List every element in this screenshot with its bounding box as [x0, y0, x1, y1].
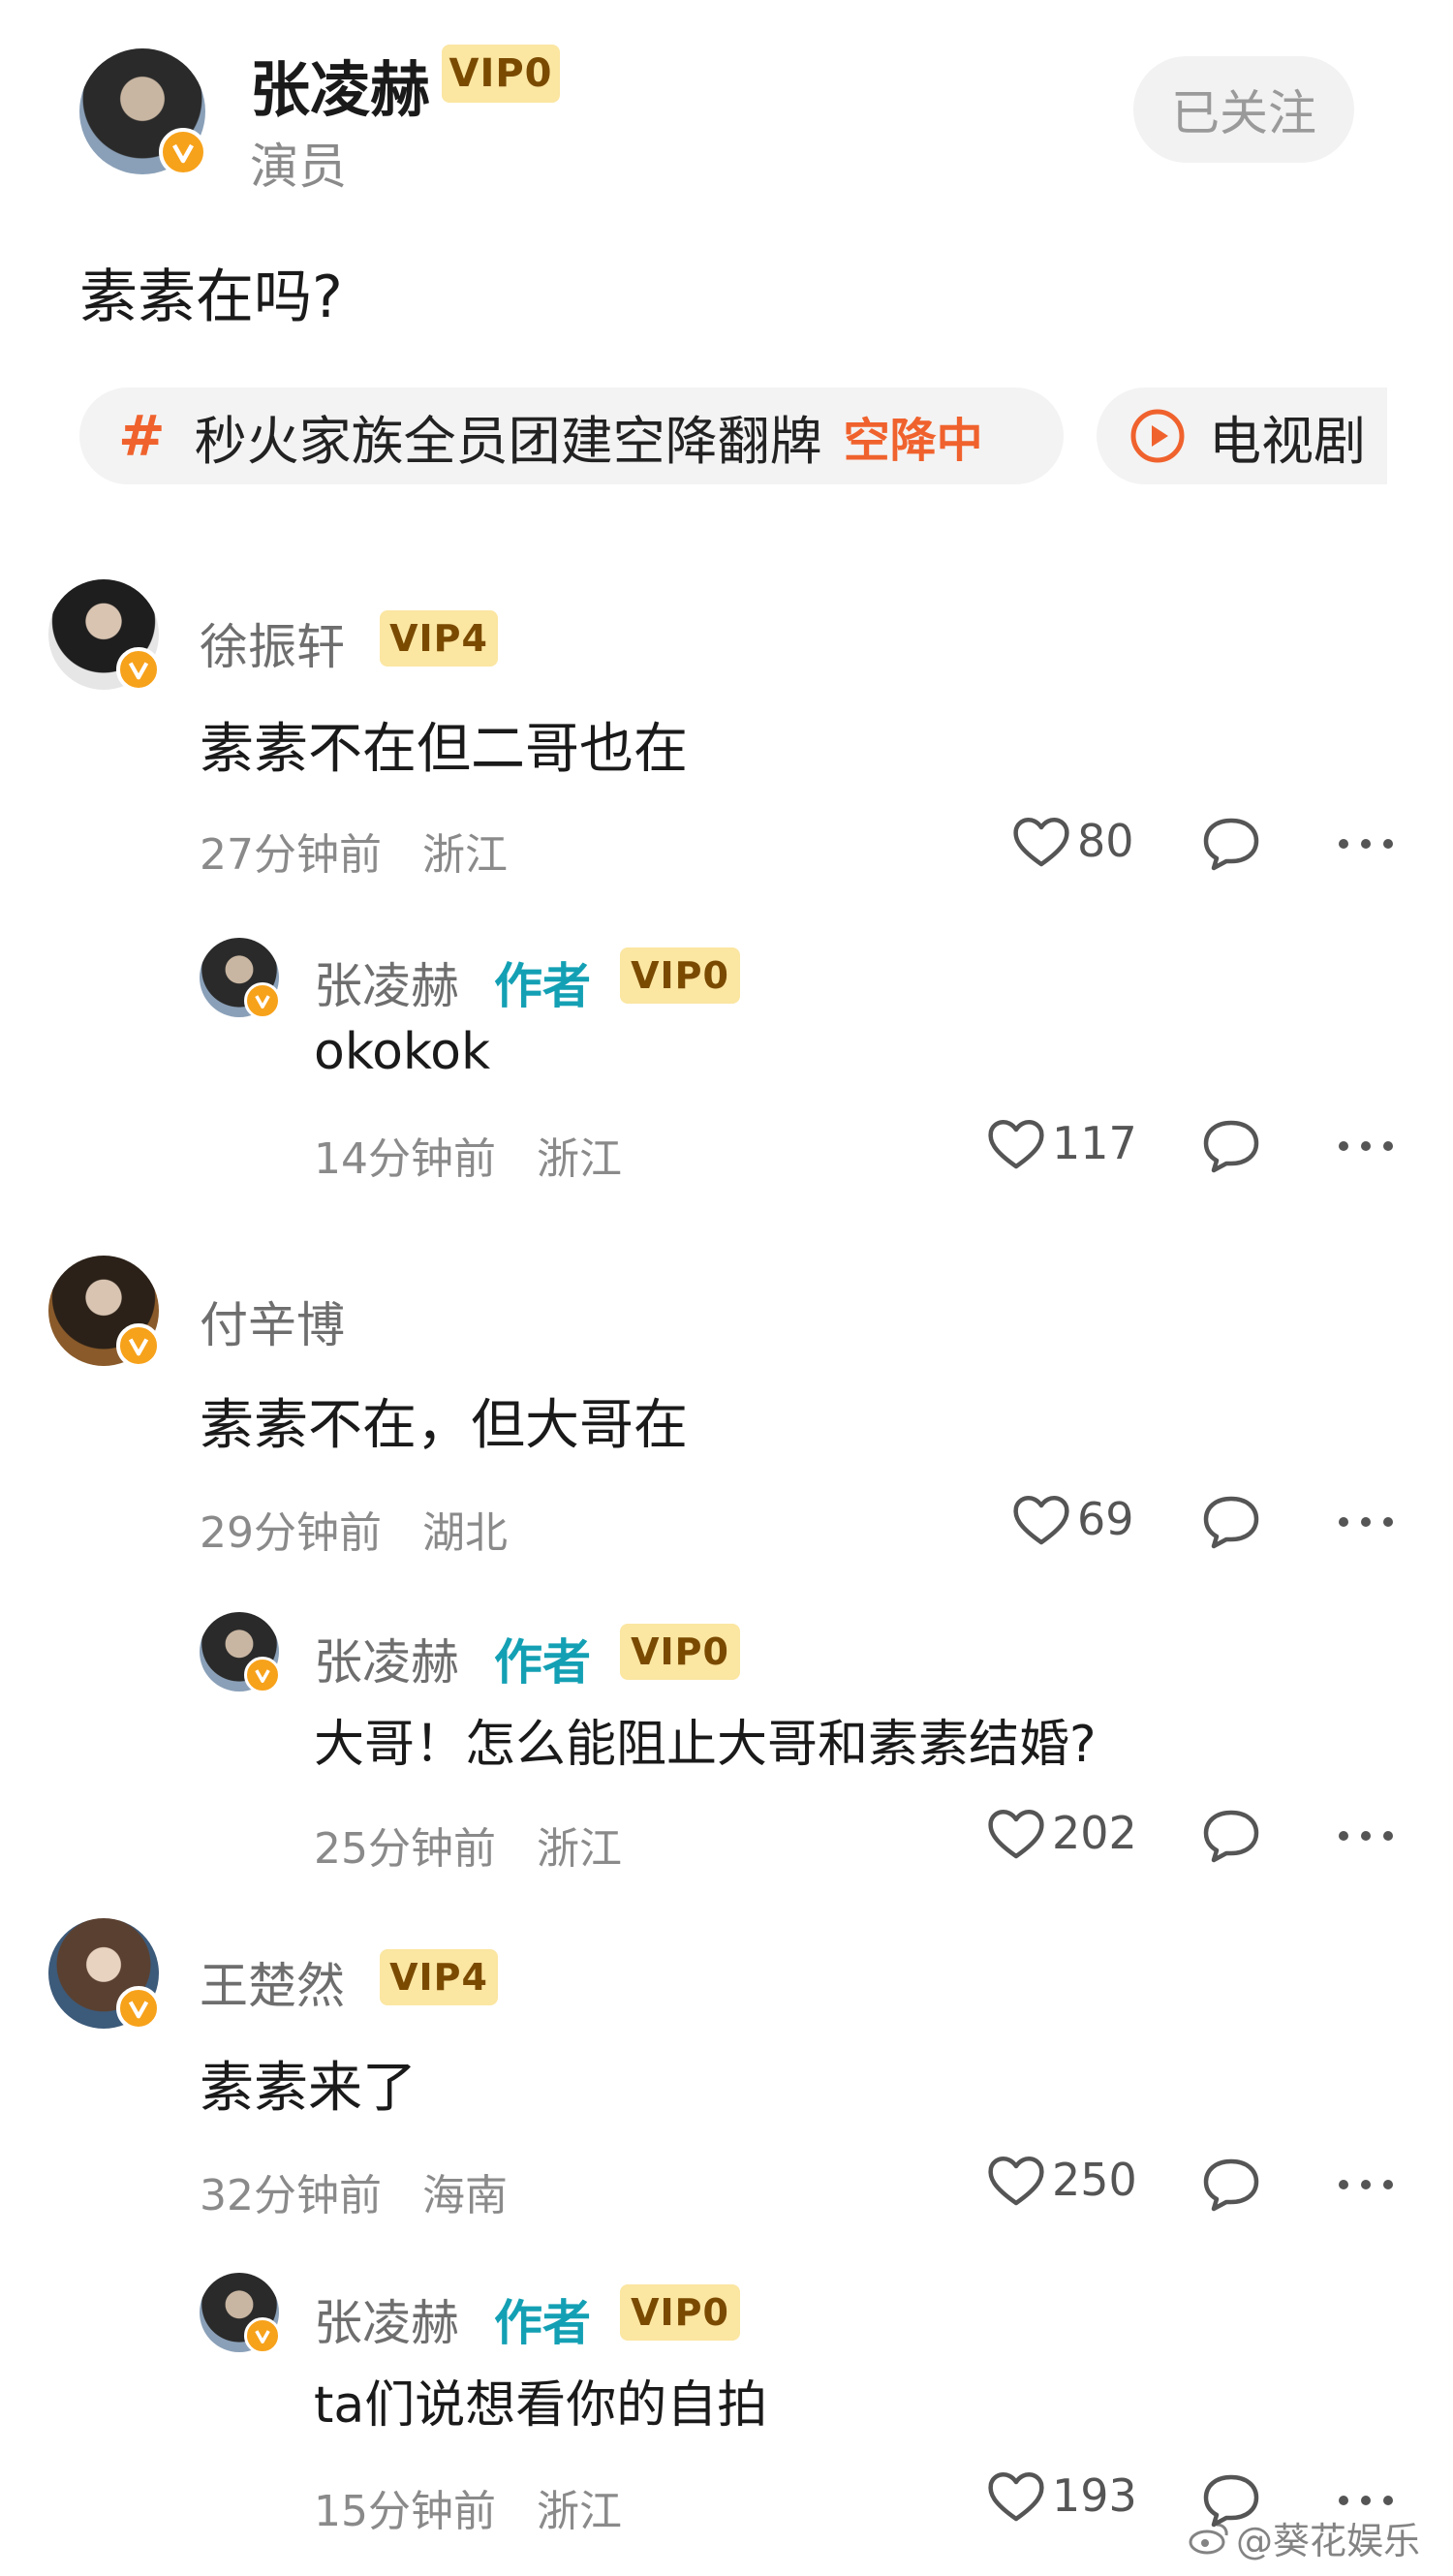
reply-name[interactable]: 张凌赫	[314, 947, 459, 1017]
more-icon[interactable]	[1337, 2494, 1395, 2507]
commenter-name[interactable]: 付辛博	[200, 1287, 345, 1356]
hash-icon: #	[118, 403, 166, 469]
reply-location: 浙江	[537, 1134, 622, 1184]
reply-time: 25分钟前	[314, 1824, 496, 1874]
heart-icon	[988, 2472, 1044, 2522]
comment-location: 浙江	[422, 830, 508, 880]
watermark-text: @葵花娱乐	[1236, 2520, 1421, 2562]
like-count: 117	[1052, 1117, 1137, 1169]
reply-name[interactable]: 张凌赫	[314, 1624, 459, 1693]
comment-text: 素素不在但二哥也在	[200, 718, 688, 781]
more-icon[interactable]	[1337, 837, 1395, 851]
like-button[interactable]: 117	[986, 1116, 1137, 1170]
reply-time: 15分钟前	[314, 2487, 496, 2536]
comment-text: 素素来了	[200, 2057, 417, 2120]
vip-badge: VIP4	[380, 1949, 498, 2005]
comment-icon[interactable]	[1201, 1808, 1261, 1864]
comment-text: 素素不在，但大哥在	[200, 1394, 688, 1457]
play-icon	[1129, 408, 1186, 464]
vip-badge: VIP0	[620, 1624, 740, 1680]
author-tag: 作者	[494, 1634, 591, 1691]
author-tag: 作者	[494, 958, 591, 1014]
vip-badge: VIP0	[620, 2284, 740, 2341]
commenter-avatar[interactable]	[48, 1918, 161, 2031]
heart-icon	[988, 2157, 1044, 2206]
verified-icon	[244, 982, 281, 1019]
comment-location: 湖北	[422, 1508, 508, 1558]
comment-location: 海南	[422, 2171, 508, 2220]
topic-text: 秒火家族全员团建空降翻牌	[194, 410, 822, 472]
post-author-role: 演员	[250, 139, 347, 195]
reply-location: 浙江	[537, 1824, 622, 1874]
like-button[interactable]: 202	[986, 1806, 1137, 1860]
verified-icon	[116, 1323, 161, 1368]
comment-icon[interactable]	[1201, 2157, 1261, 2213]
post-text: 素素在吗?	[79, 264, 343, 331]
heart-icon	[1013, 818, 1069, 867]
heart-icon	[988, 1810, 1044, 1859]
more-icon[interactable]	[1337, 1515, 1395, 1529]
reply-avatar[interactable]	[200, 2273, 281, 2354]
like-button[interactable]: 250	[986, 2153, 1137, 2207]
tv-label: 电视剧	[1209, 410, 1366, 472]
weibo-logo-icon	[1189, 2523, 1228, 2554]
verified-icon	[116, 1986, 161, 2031]
author-tag: 作者	[494, 2295, 591, 2351]
like-count: 193	[1052, 2469, 1137, 2522]
reply-name[interactable]: 张凌赫	[314, 2284, 459, 2354]
more-icon[interactable]	[1337, 1829, 1395, 1843]
like-button[interactable]: 80	[1011, 814, 1134, 868]
comment-time: 27分钟前	[200, 830, 382, 880]
reply-location: 浙江	[537, 2487, 622, 2536]
heart-icon	[1013, 1496, 1069, 1545]
reply-time: 14分钟前	[314, 1134, 496, 1184]
tv-chip[interactable]: 电视剧	[1097, 388, 1387, 484]
comment-icon[interactable]	[1201, 816, 1261, 872]
reply-text: 大哥！怎么能阻止大哥和素素结婚?	[314, 1716, 1097, 1774]
like-count: 202	[1052, 1807, 1137, 1859]
like-button[interactable]: 193	[986, 2468, 1137, 2523]
vip-badge: VIP4	[380, 610, 498, 667]
commenter-avatar[interactable]	[48, 579, 161, 692]
verified-icon	[244, 2317, 281, 2354]
comment-icon[interactable]	[1201, 1118, 1261, 1174]
comment-icon[interactable]	[1201, 1494, 1261, 1550]
comment-time: 29分钟前	[200, 1508, 382, 1558]
like-button[interactable]: 69	[1011, 1492, 1134, 1546]
vip-badge: VIP0	[620, 947, 740, 1004]
reply-avatar[interactable]	[200, 938, 281, 1019]
comment-time: 32分钟前	[200, 2171, 382, 2220]
like-count: 250	[1052, 2154, 1137, 2206]
reply-text: ta们说想看你的自拍	[314, 2376, 768, 2435]
topic-chip[interactable]: # 秒火家族全员团建空降翻牌 空降中	[79, 388, 1064, 484]
more-icon[interactable]	[1337, 1139, 1395, 1153]
like-count: 69	[1077, 1493, 1134, 1545]
post-author-avatar[interactable]	[79, 48, 207, 176]
commenter-name[interactable]: 王楚然	[200, 1947, 345, 2017]
follow-button[interactable]: 已关注	[1133, 56, 1354, 163]
more-icon[interactable]	[1337, 2178, 1395, 2191]
heart-icon	[988, 1120, 1044, 1169]
commenter-avatar[interactable]	[48, 1256, 161, 1368]
reply-avatar[interactable]	[200, 1612, 281, 1693]
like-count: 80	[1077, 815, 1134, 867]
verified-icon	[159, 128, 207, 176]
commenter-name[interactable]: 徐振轩	[200, 608, 345, 678]
watermark: @葵花娱乐	[1188, 2511, 1420, 2564]
topic-status: 空降中	[843, 414, 983, 468]
reply-text: okokok	[314, 1023, 491, 1081]
post-author-name[interactable]: 张凌赫	[250, 41, 430, 128]
post-vip-badge: VIP0	[442, 45, 560, 103]
verified-icon	[116, 647, 161, 692]
verified-icon	[244, 1657, 281, 1693]
